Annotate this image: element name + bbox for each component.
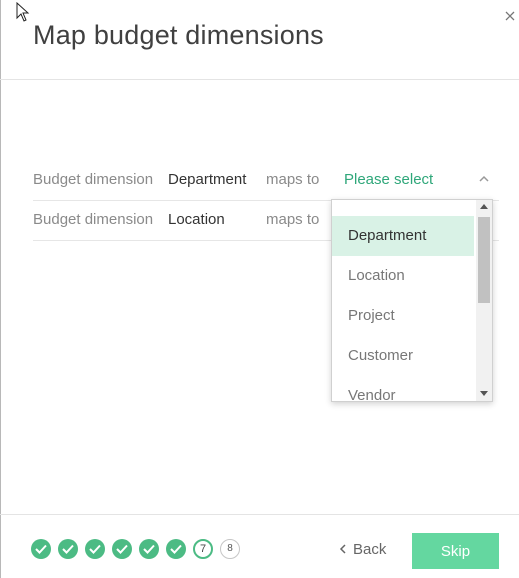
step-upcoming: 8 bbox=[220, 539, 240, 559]
dimension-dropdown[interactable]: Department Location Project Customer Ven… bbox=[331, 199, 493, 402]
close-button[interactable] bbox=[503, 8, 517, 24]
step-completed bbox=[166, 539, 186, 559]
dropdown-option[interactable]: Customer bbox=[332, 336, 474, 376]
maps-to-label: maps to bbox=[266, 171, 320, 188]
skip-button[interactable]: Skip bbox=[412, 533, 499, 569]
dropdown-option[interactable]: Location bbox=[332, 256, 474, 296]
check-icon bbox=[89, 544, 101, 554]
step-completed bbox=[58, 539, 78, 559]
close-icon bbox=[505, 11, 515, 21]
dropdown-search-area[interactable] bbox=[332, 200, 474, 216]
check-icon bbox=[143, 544, 155, 554]
check-icon bbox=[62, 544, 74, 554]
window-left-edge bbox=[0, 0, 1, 578]
dropdown-option[interactable]: Project bbox=[332, 296, 474, 336]
mapping-row-department: Budget dimension Department maps to Plea… bbox=[33, 160, 499, 201]
mouse-cursor-icon bbox=[16, 2, 30, 22]
footer-divider bbox=[0, 514, 519, 515]
step-completed bbox=[31, 539, 51, 559]
dimension-name: Location bbox=[168, 211, 225, 228]
dialog-title: Map budget dimensions bbox=[33, 20, 324, 50]
scroll-down-icon[interactable] bbox=[480, 391, 488, 396]
back-button[interactable]: Back bbox=[339, 541, 386, 558]
dropdown-option[interactable]: Department bbox=[332, 216, 474, 256]
maps-to-label: maps to bbox=[266, 211, 320, 228]
check-icon bbox=[116, 544, 128, 554]
step-completed bbox=[85, 539, 105, 559]
dropdown-option[interactable]: Vendor bbox=[332, 376, 474, 401]
scrollbar-thumb[interactable] bbox=[478, 217, 490, 303]
mapping-select[interactable]: Please select bbox=[344, 160, 433, 200]
check-icon bbox=[170, 544, 182, 554]
scroll-up-icon[interactable] bbox=[480, 204, 488, 209]
check-icon bbox=[35, 544, 47, 554]
row-label: Budget dimension bbox=[33, 171, 154, 188]
chevron-up-icon[interactable] bbox=[478, 174, 490, 184]
step-completed bbox=[139, 539, 159, 559]
dimension-name: Department bbox=[168, 171, 247, 188]
step-current: 7 bbox=[193, 539, 213, 559]
row-label: Budget dimension bbox=[33, 211, 154, 228]
dropdown-scrollbar[interactable] bbox=[476, 200, 492, 401]
back-label: Back bbox=[353, 541, 387, 558]
step-completed bbox=[112, 539, 132, 559]
chevron-left-icon bbox=[339, 544, 346, 554]
header-divider bbox=[0, 79, 519, 80]
